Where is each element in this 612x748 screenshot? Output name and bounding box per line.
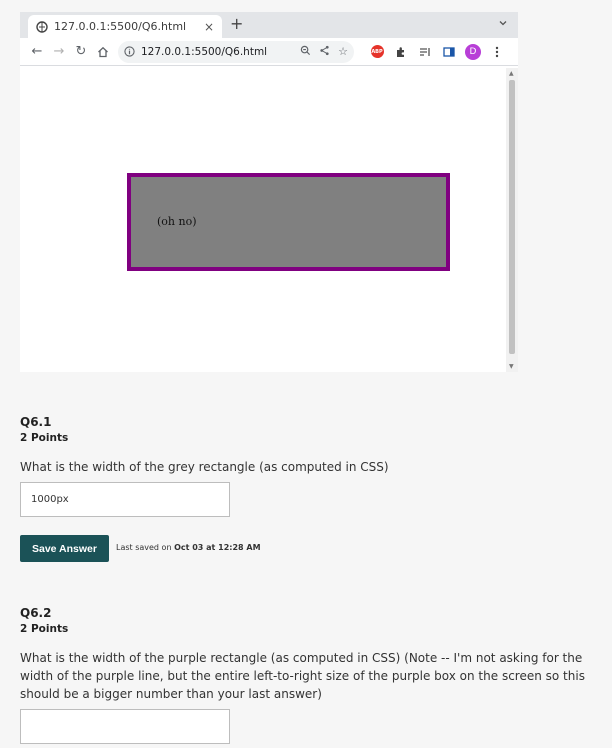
- question-title: Q6.2: [20, 606, 52, 620]
- browser-window: 127.0.0.1:5500/Q6.html × + ← → ↻ 127.0.0…: [20, 12, 518, 372]
- home-icon[interactable]: [92, 41, 114, 63]
- back-arrow-icon[interactable]: ←: [26, 41, 48, 63]
- tab-close-icon[interactable]: ×: [204, 20, 214, 34]
- share-icon[interactable]: [319, 45, 330, 59]
- question-points: 2 Points: [20, 623, 69, 635]
- globe-icon: [36, 20, 48, 33]
- answer-input[interactable]: [20, 482, 230, 517]
- scroll-down-icon[interactable]: ▼: [509, 363, 514, 370]
- bookmark-star-icon[interactable]: ☆: [338, 45, 348, 58]
- more-menu-icon[interactable]: [488, 43, 506, 61]
- side-panel-icon[interactable]: [440, 43, 458, 61]
- purple-rectangle: (oh no): [127, 173, 450, 271]
- page-viewport: (oh no): [20, 68, 506, 372]
- box-text: (oh no): [157, 215, 197, 228]
- save-answer-button[interactable]: Save Answer: [20, 535, 109, 562]
- saved-time: Oct 03 at 12:28 AM: [174, 543, 261, 552]
- scroll-up-icon[interactable]: ▲: [509, 70, 514, 77]
- last-saved-status: Last saved on Oct 03 at 12:28 AM: [116, 543, 261, 552]
- answer-input[interactable]: [20, 709, 230, 744]
- zoom-icon[interactable]: [300, 45, 311, 59]
- extensions-puzzle-icon[interactable]: [392, 43, 410, 61]
- browser-toolbar: ← → ↻ 127.0.0.1:5500/Q6.html ☆ ABP D: [20, 38, 518, 66]
- tab-strip: 127.0.0.1:5500/Q6.html × +: [20, 12, 518, 38]
- vertical-scrollbar[interactable]: ▲ ▼: [506, 68, 518, 372]
- adblock-extension-icon[interactable]: ABP: [368, 43, 386, 61]
- url-text: 127.0.0.1:5500/Q6.html: [141, 45, 268, 58]
- question-text: What is the width of the purple rectangl…: [20, 651, 585, 701]
- reload-icon[interactable]: ↻: [70, 41, 92, 63]
- tab-title: 127.0.0.1:5500/Q6.html: [54, 20, 187, 33]
- reading-list-icon[interactable]: [416, 43, 434, 61]
- question-title: Q6.1: [20, 415, 52, 429]
- chevron-down-icon[interactable]: [498, 18, 508, 28]
- address-bar[interactable]: 127.0.0.1:5500/Q6.html ☆: [118, 40, 354, 63]
- new-tab-button[interactable]: +: [230, 14, 243, 33]
- question-points: 2 Points: [20, 432, 69, 444]
- profile-avatar[interactable]: D: [464, 43, 482, 61]
- info-icon[interactable]: [124, 46, 135, 57]
- question-text: What is the width of the grey rectangle …: [20, 460, 389, 474]
- forward-arrow-icon[interactable]: →: [48, 41, 70, 63]
- scroll-thumb[interactable]: [509, 80, 515, 354]
- browser-tab[interactable]: 127.0.0.1:5500/Q6.html ×: [28, 15, 222, 38]
- saved-prefix: Last saved on: [116, 543, 172, 552]
